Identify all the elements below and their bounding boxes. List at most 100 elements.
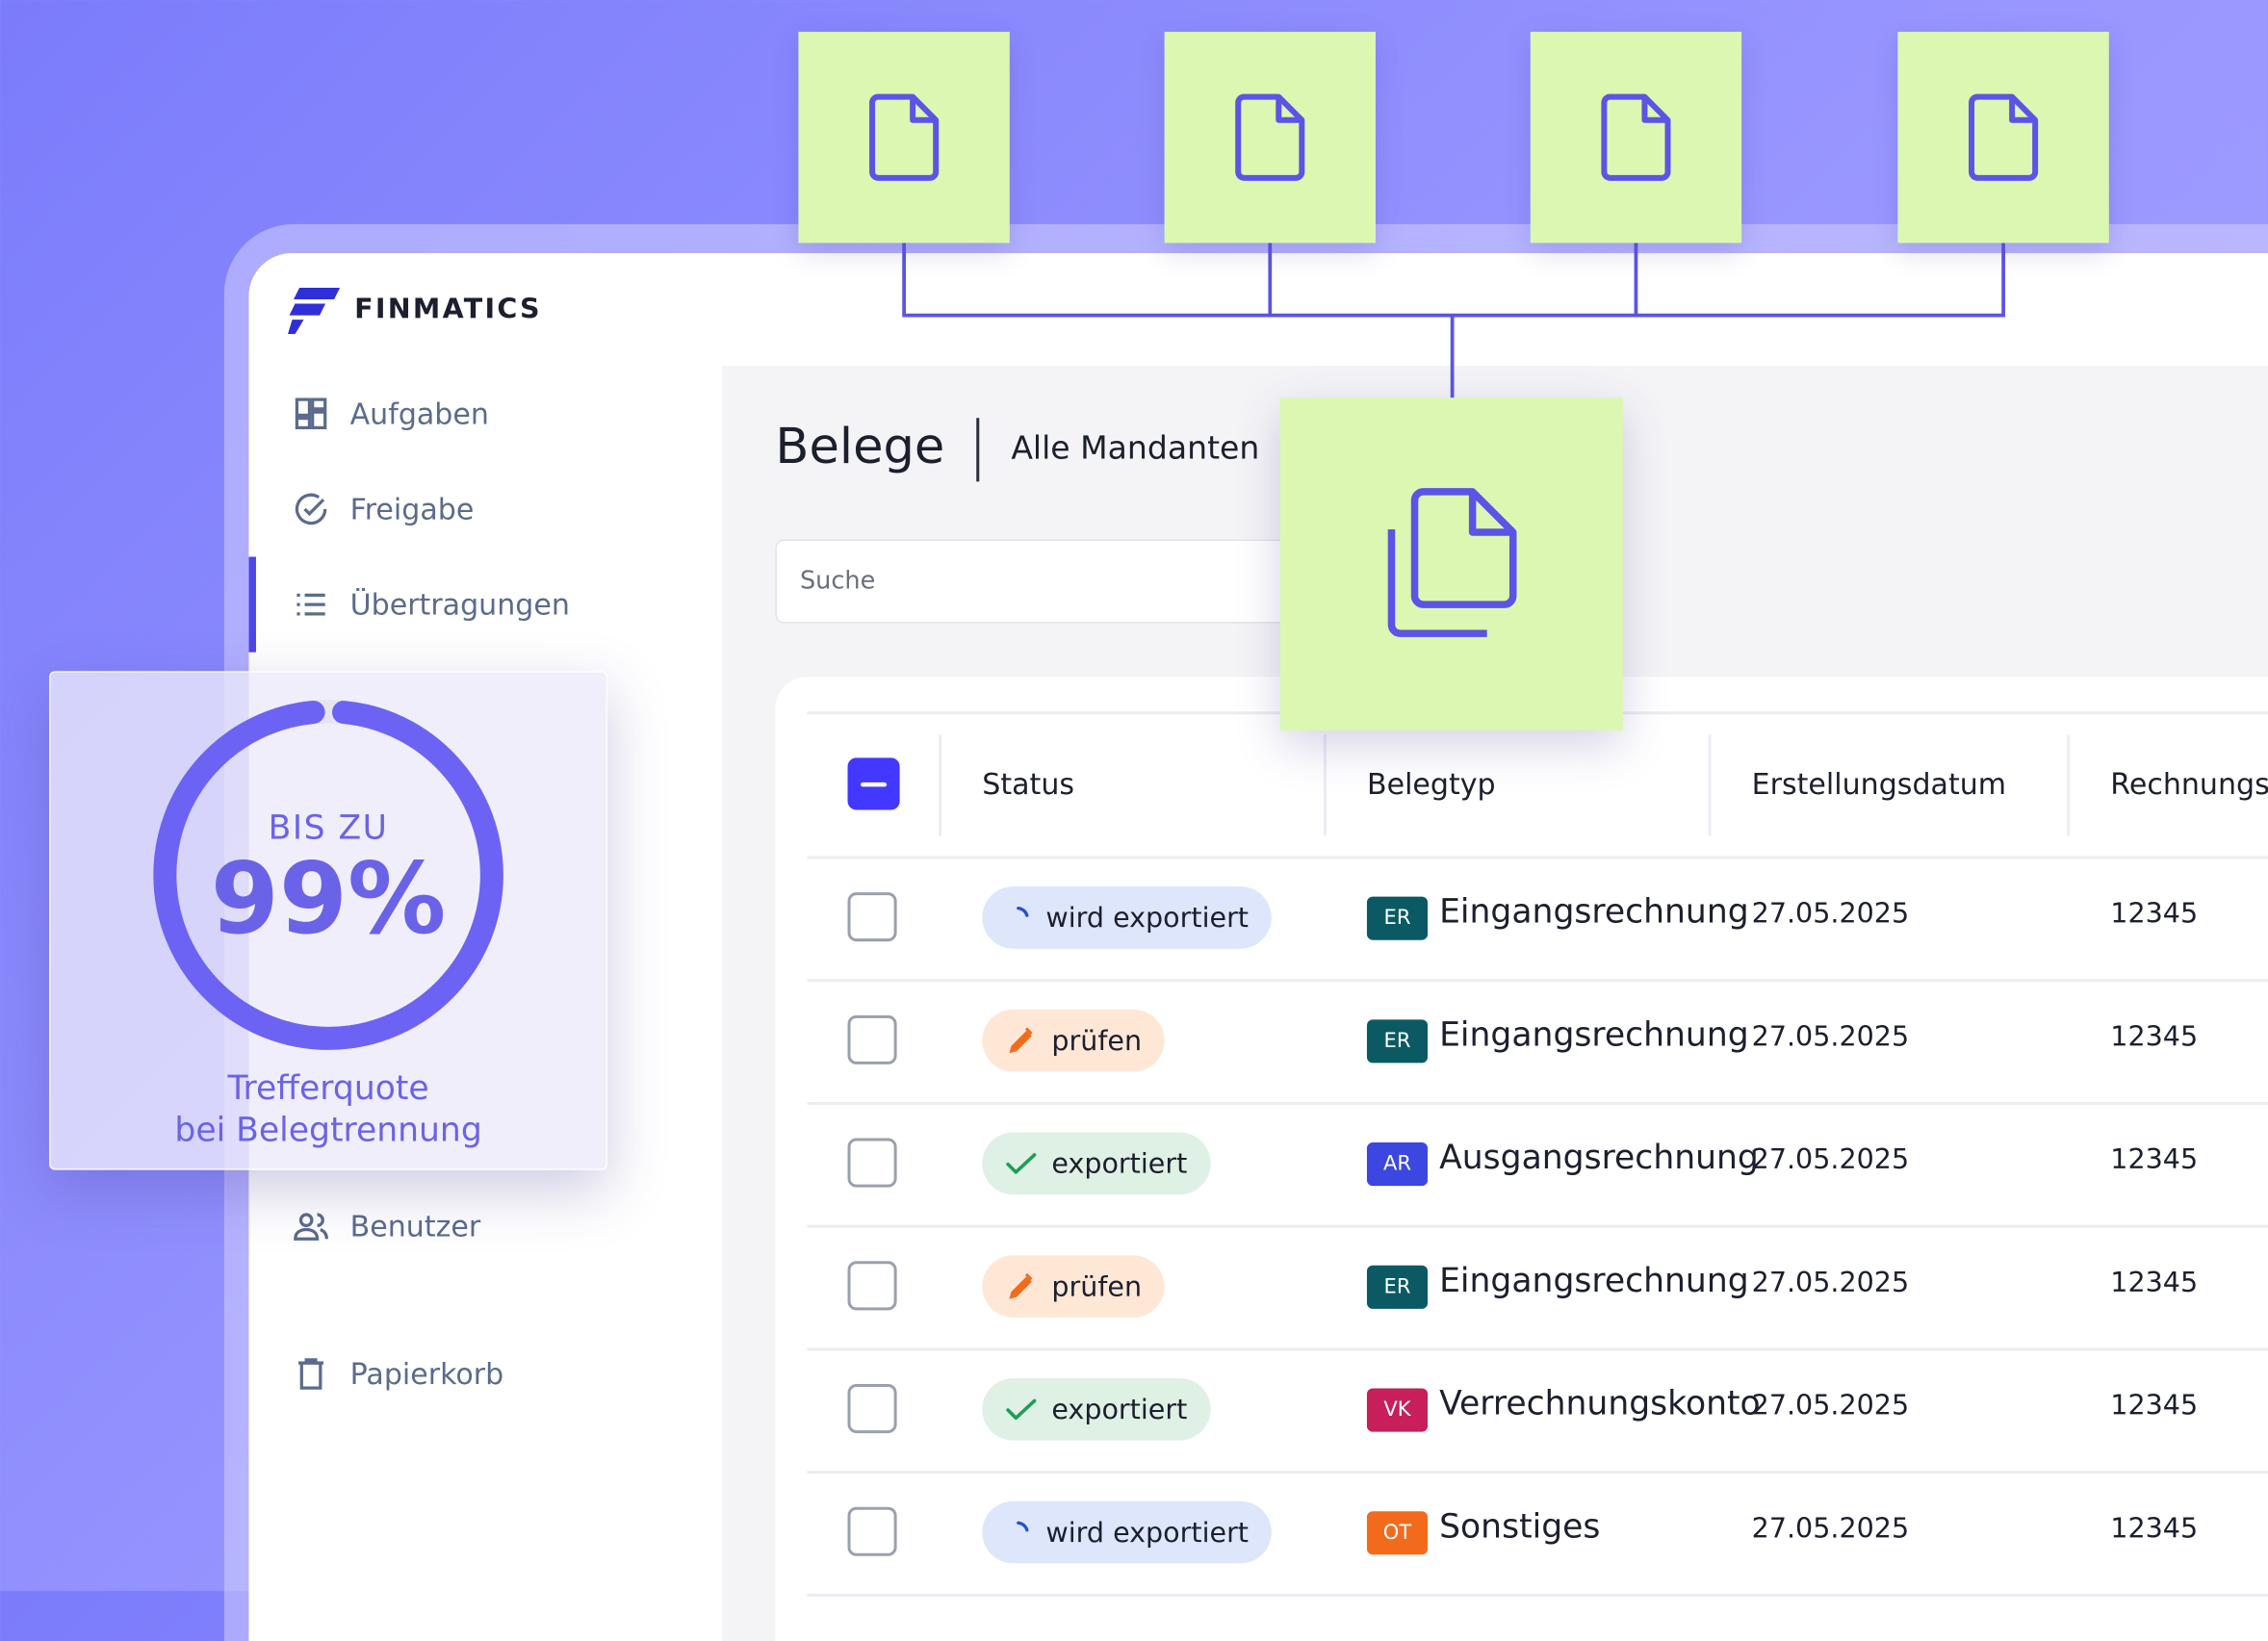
document-tile-4 bbox=[1897, 32, 2109, 244]
column-divider bbox=[939, 734, 942, 836]
belegtyp-badge: ER bbox=[1366, 1019, 1429, 1064]
table-row[interactable]: wird exportiert OT Sonstiges 27.05.2025 1234… bbox=[807, 1471, 2268, 1597]
status-badge: exportiert bbox=[982, 1377, 1211, 1441]
title-divider bbox=[976, 418, 980, 482]
documents-table: Status Belegtyp Erstellungsdatum Rechnun… bbox=[775, 677, 2268, 1641]
document-icon bbox=[1601, 93, 1671, 181]
column-header-belegtyp[interactable]: Belegtyp bbox=[1367, 714, 1496, 853]
column-divider bbox=[1323, 734, 1327, 836]
list-icon bbox=[293, 586, 330, 624]
erstellungsdatum-cell: 27.05.2025 bbox=[1751, 1512, 1910, 1545]
mandant-selector[interactable]: Alle Mandanten bbox=[1011, 431, 1259, 468]
document-icon bbox=[869, 93, 940, 181]
accuracy-stat-card: BIS ZU 99% Trefferquote bei Belegtrennun… bbox=[49, 671, 608, 1170]
column-header-rechnungsnummer[interactable]: Rechnungs bbox=[2110, 714, 2268, 853]
belegtyp-label: Eingangsrechnung bbox=[1439, 1016, 1749, 1055]
sidebar-item-aufgaben[interactable]: Aufgaben bbox=[293, 395, 489, 432]
sidebar-item-label: Freigabe bbox=[349, 491, 475, 526]
table-row[interactable]: exportiert VK Verrechnungskonto 27.05.2025 1… bbox=[807, 1347, 2268, 1474]
row-checkbox[interactable] bbox=[847, 1383, 897, 1434]
rechnungsnummer-cell: 12345 bbox=[2110, 1267, 2199, 1299]
spinner-icon bbox=[1005, 1519, 1031, 1545]
status-label: exportiert bbox=[1051, 1393, 1188, 1425]
belegtyp-label: Eingangsrechnung bbox=[1439, 1262, 1749, 1300]
stat-value: 99% bbox=[210, 843, 447, 958]
sidebar-item-label: Papierkorb bbox=[349, 1356, 504, 1392]
row-checkbox[interactable] bbox=[847, 1261, 897, 1311]
status-badge: prüfen bbox=[982, 1009, 1166, 1072]
stat-caption-line-1: Trefferquote bbox=[227, 1069, 429, 1108]
users-icon bbox=[293, 1208, 330, 1245]
rechnungsnummer-cell: 12345 bbox=[2110, 1512, 2199, 1545]
table-row[interactable]: exportiert AR Ausgangsrechnung 27.05.2025 12… bbox=[807, 1102, 2268, 1228]
belegtyp-badge: OT bbox=[1366, 1511, 1429, 1555]
status-badge: wird exportiert bbox=[982, 886, 1273, 949]
belegtyp-badge: VK bbox=[1366, 1388, 1429, 1432]
stat-prefix: BIS ZU bbox=[268, 809, 389, 848]
belegtyp-badge: ER bbox=[1366, 1265, 1429, 1309]
document-icon bbox=[1969, 93, 2039, 181]
status-label: prüfen bbox=[1051, 1270, 1143, 1303]
sidebar-item-benutzer[interactable]: Benutzer bbox=[293, 1208, 481, 1245]
sidebar-item-papierkorb[interactable]: Papierkorb bbox=[293, 1355, 504, 1393]
document-icon bbox=[1235, 93, 1305, 181]
rechnungsnummer-cell: 12345 bbox=[2110, 1020, 2199, 1053]
column-divider bbox=[2067, 734, 2071, 836]
status-label: prüfen bbox=[1051, 1024, 1143, 1057]
belegtyp-badge: AR bbox=[1366, 1142, 1429, 1187]
belegtyp-label: Verrechnungskonto bbox=[1439, 1385, 1761, 1423]
table-row[interactable]: prüfen ER Eingangsrechnung 27.05.2025 12345 bbox=[807, 979, 2268, 1105]
erstellungsdatum-cell: 27.05.2025 bbox=[1751, 898, 1910, 931]
belegtyp-label: Ausgangsrechnung bbox=[1439, 1140, 1759, 1178]
scene: FINMATICS Aufgaben Freigabe Übertragunge… bbox=[0, 0, 2268, 1641]
documents-stack-icon bbox=[1386, 488, 1516, 637]
rechnungsnummer-cell: 12345 bbox=[2110, 1389, 2199, 1423]
trash-icon bbox=[293, 1355, 330, 1393]
logo[interactable]: FINMATICS bbox=[288, 285, 542, 335]
rechnungsnummer-cell: 12345 bbox=[2110, 1143, 2199, 1176]
status-label: exportiert bbox=[1051, 1147, 1188, 1180]
document-tile-2 bbox=[1164, 32, 1376, 244]
belegtyp-label: Eingangsrechnung bbox=[1439, 893, 1749, 932]
erstellungsdatum-cell: 27.05.2025 bbox=[1751, 1143, 1910, 1176]
pencil-icon bbox=[1005, 1025, 1037, 1057]
erstellungsdatum-cell: 27.05.2025 bbox=[1751, 1020, 1910, 1053]
column-divider bbox=[1708, 734, 1712, 836]
column-header-erstellungsdatum[interactable]: Erstellungsdatum bbox=[1752, 714, 2006, 853]
document-tile-3 bbox=[1530, 32, 1742, 244]
active-indicator bbox=[248, 556, 256, 653]
sidebar-item-label: Benutzer bbox=[349, 1209, 481, 1244]
dashboard-icon bbox=[293, 395, 330, 432]
sidebar-item-label: Übertragungen bbox=[349, 587, 570, 623]
pencil-icon bbox=[1005, 1270, 1037, 1302]
finmatics-logo-icon bbox=[288, 288, 341, 335]
belegtyp-badge: ER bbox=[1366, 896, 1429, 940]
belegtyp-label: Sonstiges bbox=[1439, 1508, 1601, 1547]
check-icon bbox=[1005, 1150, 1037, 1176]
row-checkbox[interactable] bbox=[847, 1506, 897, 1556]
page-title: Belege bbox=[775, 418, 945, 476]
column-header-status[interactable]: Status bbox=[982, 714, 1074, 853]
merged-document-tile bbox=[1279, 397, 1623, 731]
table-header: Status Belegtyp Erstellungsdatum Rechnun… bbox=[807, 711, 2268, 859]
row-checkbox[interactable] bbox=[847, 1138, 897, 1188]
row-checkbox[interactable] bbox=[847, 892, 897, 942]
erstellungsdatum-cell: 27.05.2025 bbox=[1751, 1389, 1910, 1423]
sidebar-item-label: Aufgaben bbox=[349, 396, 489, 431]
sidebar-item-freigabe[interactable]: Freigabe bbox=[293, 490, 475, 527]
status-label: wird exportiert bbox=[1045, 901, 1250, 934]
document-tile-1 bbox=[798, 32, 1010, 244]
table-row[interactable]: prüfen ER Eingangsrechnung 27.05.2025 12345 bbox=[807, 1225, 2268, 1351]
status-badge: prüfen bbox=[982, 1255, 1166, 1318]
check-circle-icon bbox=[293, 490, 330, 527]
status-badge: exportiert bbox=[982, 1132, 1211, 1195]
row-checkbox[interactable] bbox=[847, 1014, 897, 1064]
spinner-icon bbox=[1005, 905, 1031, 931]
select-all-checkbox[interactable] bbox=[847, 757, 900, 810]
check-icon bbox=[1005, 1397, 1037, 1423]
brand-name: FINMATICS bbox=[354, 294, 542, 326]
sidebar-item-uebertragungen[interactable]: Übertragungen bbox=[293, 586, 570, 624]
table-row[interactable]: wird exportiert ER Eingangsrechnung 27.05.2… bbox=[807, 857, 2268, 983]
status-label: wird exportiert bbox=[1045, 1516, 1250, 1549]
erstellungsdatum-cell: 27.05.2025 bbox=[1751, 1267, 1910, 1299]
